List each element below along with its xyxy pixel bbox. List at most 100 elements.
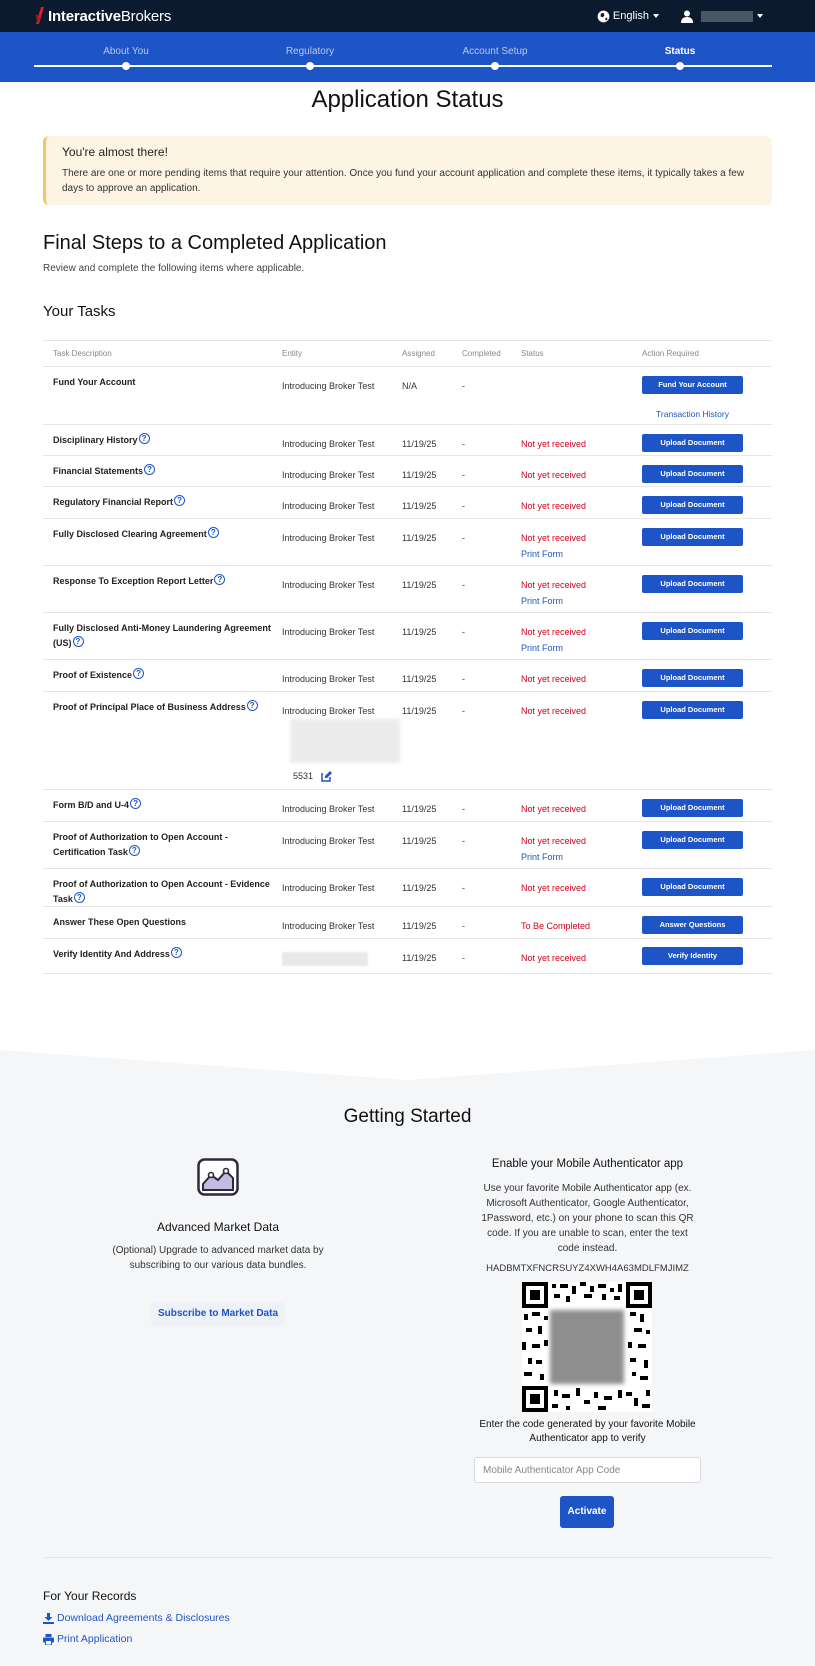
task-description: Regulatory Financial Report? bbox=[43, 487, 282, 518]
task-entity: Introducing Broker Test bbox=[282, 883, 375, 893]
task-entity: Introducing Broker Test bbox=[282, 836, 375, 846]
task-status: Not yet received bbox=[521, 470, 587, 480]
task-completed: - bbox=[462, 804, 465, 814]
user-menu[interactable] bbox=[681, 10, 763, 23]
help-icon[interactable]: ? bbox=[144, 464, 156, 475]
help-icon[interactable]: ? bbox=[128, 845, 140, 856]
table-row: Disciplinary History? Introducing Broker… bbox=[43, 425, 772, 456]
table-row: Proof of Authorization to Open Account -… bbox=[43, 822, 772, 869]
print-form-link[interactable]: Print Form bbox=[521, 549, 642, 559]
activate-button[interactable]: Activate bbox=[560, 1496, 614, 1528]
upload-document-button[interactable]: Upload Document bbox=[642, 669, 743, 687]
task-completed: - bbox=[462, 921, 465, 931]
task-assigned: 11/19/25 bbox=[402, 533, 437, 543]
upload-document-button[interactable]: Upload Document bbox=[642, 701, 743, 719]
task-assigned: 11/19/25 bbox=[402, 836, 437, 846]
help-icon[interactable]: ? bbox=[72, 636, 84, 647]
task-description: Proof of Principal Place of Business Add… bbox=[43, 692, 282, 789]
table-row: Financial Statements? Introducing Broker… bbox=[43, 456, 772, 487]
authenticator-code-input[interactable] bbox=[474, 1457, 701, 1483]
download-icon bbox=[43, 1612, 54, 1624]
task-entity: Introducing Broker Test bbox=[282, 470, 375, 480]
upload-document-button[interactable]: Upload Document bbox=[642, 496, 743, 514]
help-icon[interactable]: ? bbox=[130, 798, 142, 809]
print-form-link[interactable]: Print Form bbox=[521, 852, 642, 862]
final-steps-subtitle: Review and complete the following items … bbox=[43, 263, 305, 274]
brand-logo[interactable]: Interactive Brokers bbox=[34, 6, 171, 26]
task-description: Proof of Authorization to Open Account -… bbox=[53, 879, 270, 904]
task-status: Not yet received bbox=[521, 501, 587, 511]
help-icon[interactable]: ? bbox=[170, 947, 182, 958]
task-description: Financial Statements? bbox=[43, 456, 282, 486]
upload-document-button[interactable]: Upload Document bbox=[642, 799, 743, 817]
task-entity: Introducing Broker Test bbox=[282, 804, 375, 814]
market-data-description: (Optional) Upgrade to advanced market da… bbox=[112, 1245, 324, 1271]
upload-document-button[interactable]: Upload Document bbox=[642, 465, 743, 483]
transaction-history-link[interactable]: Transaction History bbox=[642, 409, 743, 419]
task-assigned: 11/19/25 bbox=[402, 580, 437, 590]
step-account-setup[interactable]: Account Setup bbox=[425, 46, 565, 57]
task-assigned: 11/19/25 bbox=[402, 953, 437, 963]
task-completed: - bbox=[462, 381, 465, 391]
subscribe-market-data-button[interactable]: Subscribe to Market Data bbox=[151, 1302, 285, 1326]
help-icon[interactable]: ? bbox=[133, 668, 145, 679]
upload-document-button[interactable]: Upload Document bbox=[642, 575, 743, 593]
progress-line bbox=[34, 65, 772, 67]
download-agreements-link[interactable]: Download Agreements & Disclosures bbox=[43, 1612, 230, 1624]
getting-started-title: Getting Started bbox=[343, 1106, 472, 1127]
getting-started-section: Getting Started Advanced Market Data (Op… bbox=[0, 1050, 815, 1666]
upload-document-button[interactable]: Upload Document bbox=[642, 434, 743, 452]
help-icon[interactable]: ? bbox=[174, 495, 186, 506]
verify-identity-button[interactable]: Verify Identity bbox=[642, 947, 743, 965]
help-icon[interactable]: ? bbox=[73, 892, 85, 903]
task-assigned: 11/19/25 bbox=[402, 804, 437, 814]
fund-account-button[interactable]: Fund Your Account bbox=[642, 376, 743, 394]
table-header: Task Description Entity Assigned Complet… bbox=[43, 341, 772, 367]
task-assigned: 11/19/25 bbox=[402, 501, 437, 511]
upload-document-button[interactable]: Upload Document bbox=[642, 622, 743, 640]
column-header: Assigned bbox=[402, 349, 435, 358]
answer-questions-button[interactable]: Answer Questions bbox=[642, 916, 743, 934]
table-row: Regulatory Financial Report? Introducing… bbox=[43, 487, 772, 519]
task-entity: Introducing Broker Test bbox=[282, 627, 375, 637]
task-action: Upload Document bbox=[642, 456, 753, 486]
step-regulatory[interactable]: Regulatory bbox=[240, 46, 380, 57]
step-status[interactable]: Status bbox=[610, 46, 750, 57]
print-application-link[interactable]: Print Application bbox=[43, 1633, 132, 1645]
task-status: Not yet received bbox=[521, 804, 587, 814]
task-entity: Introducing Broker Test bbox=[282, 921, 375, 931]
task-status bbox=[521, 367, 642, 424]
step-about-you[interactable]: About You bbox=[56, 46, 196, 57]
help-icon[interactable]: ? bbox=[207, 527, 219, 538]
step-dot bbox=[676, 62, 684, 70]
redacted-entity bbox=[282, 952, 368, 966]
final-steps-title: Final Steps to a Completed Application bbox=[43, 232, 387, 254]
account-suffix: 5531 bbox=[293, 770, 333, 782]
help-icon[interactable]: ? bbox=[246, 700, 258, 711]
step-dot bbox=[122, 62, 130, 70]
task-action: Verify Identity bbox=[642, 939, 753, 973]
upload-document-button[interactable]: Upload Document bbox=[642, 831, 743, 849]
help-icon[interactable]: ? bbox=[214, 574, 226, 585]
task-action: Answer Questions bbox=[642, 907, 753, 938]
language-label: English bbox=[612, 10, 649, 22]
upload-document-button[interactable]: Upload Document bbox=[642, 528, 743, 546]
task-completed: - bbox=[462, 627, 465, 637]
task-completed: - bbox=[462, 706, 465, 716]
print-form-link[interactable]: Print Form bbox=[521, 643, 642, 653]
help-icon[interactable]: ? bbox=[138, 433, 150, 444]
task-assigned: 11/19/25 bbox=[402, 439, 437, 449]
market-data-title: Advanced Market Data bbox=[156, 1220, 280, 1234]
task-description: Fully Disclosed Clearing Agreement? bbox=[43, 519, 282, 565]
section-divider bbox=[0, 1050, 815, 1080]
task-status: To Be Completed bbox=[521, 921, 591, 931]
tasks-title: Your Tasks bbox=[43, 303, 116, 320]
print-form-link[interactable]: Print Form bbox=[521, 596, 642, 606]
task-action: Upload Document bbox=[642, 790, 753, 821]
task-entity: Introducing Broker Test bbox=[282, 501, 375, 511]
redacted-block bbox=[290, 719, 400, 763]
task-completed: - bbox=[462, 470, 465, 480]
edit-icon[interactable] bbox=[321, 770, 333, 782]
upload-document-button[interactable]: Upload Document bbox=[642, 878, 743, 896]
language-selector[interactable]: English bbox=[597, 10, 659, 23]
